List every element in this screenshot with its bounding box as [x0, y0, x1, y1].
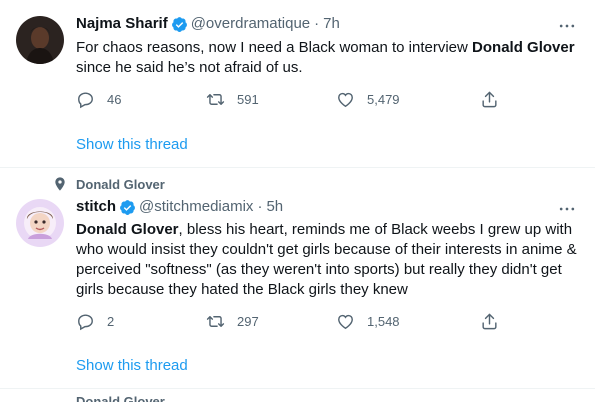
tweet-text: Donald Glover, bless his heart, reminds …	[76, 220, 581, 300]
share-icon	[482, 91, 497, 108]
author-handle[interactable]: @stitchmediamix	[139, 197, 253, 217]
like-button[interactable]: 1,548	[336, 312, 400, 331]
reply-count: 2	[107, 314, 115, 329]
share-icon	[482, 313, 497, 330]
reply-icon	[78, 92, 93, 109]
like-button[interactable]: 5,479	[336, 90, 400, 109]
tweet-text-part: since he said he’s not afraid of us.	[76, 59, 303, 76]
tweet-text-part: For chaos reasons, now I need a Black wo…	[76, 39, 473, 56]
tweet-time[interactable]: 5h	[266, 197, 283, 217]
tweet-stitch[interactable]: Donald Glover stitch @stitchmediamix · 5…	[0, 167, 595, 388]
author-handle[interactable]: @overdramatique	[191, 14, 310, 34]
show-thread-link[interactable]: Show this thread	[76, 136, 188, 153]
avatar[interactable]	[16, 199, 64, 247]
retweet-icon	[206, 94, 225, 105]
tweet-header: stitch @stitchmediamix · 5h	[76, 197, 283, 217]
separator-dot: ·	[314, 15, 320, 32]
verified-badge-icon	[120, 199, 135, 215]
tweet-time[interactable]: 7h	[323, 14, 340, 34]
topic-context-label[interactable]: Donald Glover	[76, 177, 165, 192]
retweet-button[interactable]: 297	[206, 312, 259, 331]
like-count: 5,479	[367, 92, 400, 107]
retweet-count: 591	[237, 92, 259, 107]
author-name[interactable]: stitch	[76, 197, 116, 217]
reply-icon	[78, 314, 93, 331]
like-count: 1,548	[367, 314, 400, 329]
reply-button[interactable]: 46	[76, 90, 121, 109]
reply-button[interactable]: 2	[76, 312, 114, 331]
show-thread-link[interactable]: Show this thread	[76, 357, 188, 374]
share-button[interactable]	[480, 90, 499, 109]
heart-icon	[338, 92, 353, 108]
next-tweet-context-label[interactable]: Donald Glover	[76, 394, 165, 402]
heart-icon	[338, 314, 353, 330]
retweet-button[interactable]: 591	[206, 90, 259, 109]
tweet-text: For chaos reasons, now I need a Black wo…	[76, 38, 581, 78]
share-button[interactable]	[480, 312, 499, 331]
more-icon[interactable]	[557, 199, 577, 219]
tweet-actions: 2 297 1,548	[76, 312, 506, 332]
retweet-icon	[206, 316, 225, 327]
retweet-count: 297	[237, 314, 259, 329]
separator-dot: ·	[257, 198, 263, 215]
tweet-actions: 46 591 5,479	[76, 90, 506, 110]
tweet-header: Najma Sharif @overdramatique · 7h	[76, 14, 340, 34]
tweet-najma-sharif[interactable]: Najma Sharif @overdramatique · 7h For ch…	[0, 0, 595, 167]
verified-badge-icon	[171, 16, 187, 32]
topic-pin-icon	[55, 177, 65, 191]
more-icon[interactable]	[557, 16, 577, 36]
author-name[interactable]: Najma Sharif	[76, 14, 168, 34]
avatar[interactable]	[16, 16, 64, 64]
tweet-text-mention: Donald Glover	[472, 39, 575, 56]
tweet-text-mention: Donald Glover	[76, 221, 179, 238]
reply-count: 46	[107, 92, 122, 107]
